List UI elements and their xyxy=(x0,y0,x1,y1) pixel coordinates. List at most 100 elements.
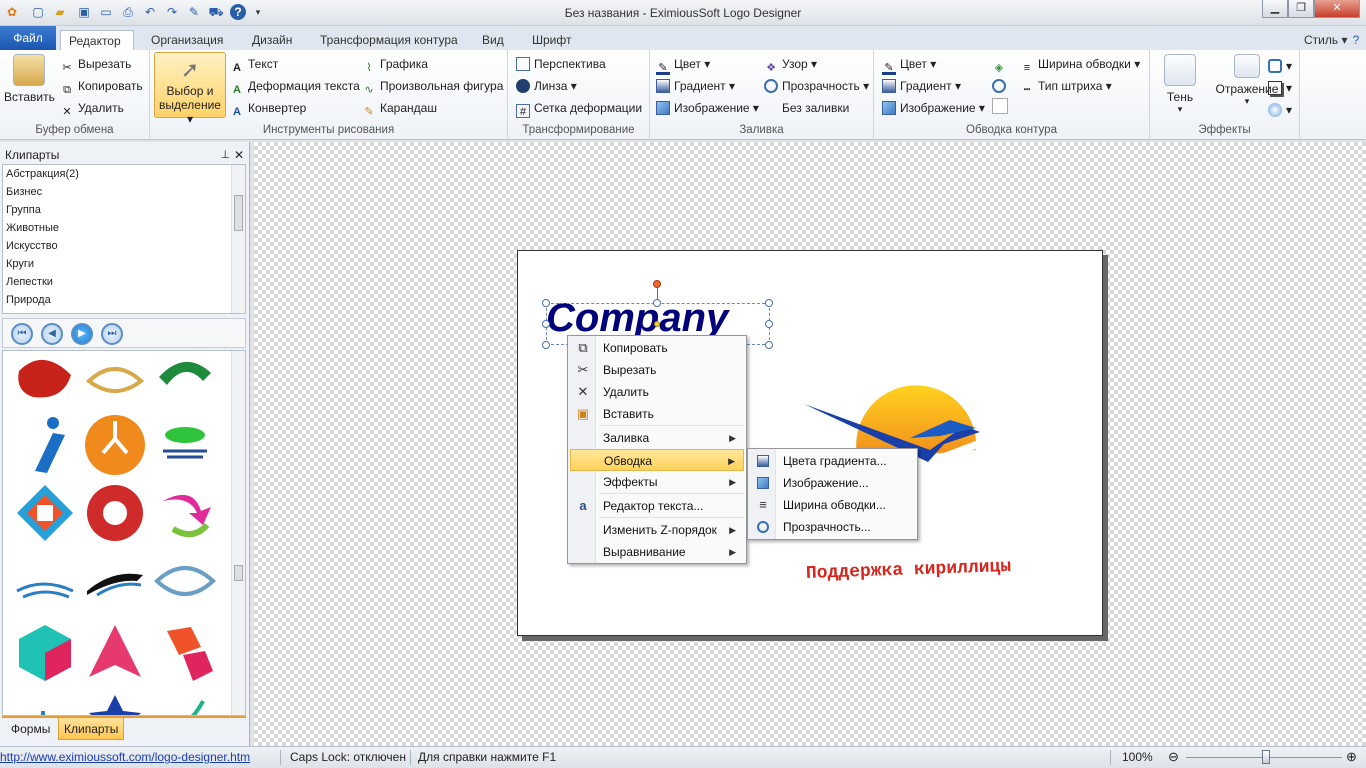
graphics-button[interactable]: ⌇ Графика xyxy=(362,54,428,74)
resize-handle[interactable] xyxy=(765,341,773,349)
menu-item-stroke[interactable]: Обводка ▶ xyxy=(570,449,744,471)
menu-item-text-editor[interactable]: a Редактор текста... xyxy=(570,495,744,517)
clipart-item[interactable] xyxy=(13,351,77,415)
clipart-item[interactable] xyxy=(83,621,147,685)
clipart-item[interactable] xyxy=(13,411,77,475)
stroke-transparency-button[interactable] xyxy=(992,76,1016,96)
menu-item-cut[interactable]: ✂ Вырезать xyxy=(570,359,744,381)
list-item[interactable]: Искусство xyxy=(3,237,245,255)
dash-type-button[interactable]: ┅ Тип штриха ▾ xyxy=(1020,76,1112,96)
fill-gradient-button[interactable]: Градиент ▾ xyxy=(656,76,735,96)
gallery-scrollbar[interactable] xyxy=(231,351,245,715)
menu-item-z-order[interactable]: Изменить Z-порядок ▶ xyxy=(570,519,744,541)
prev-icon[interactable]: ◀ xyxy=(41,323,63,345)
clipart-item[interactable] xyxy=(153,691,217,716)
outline-style-button[interactable]: ▾ xyxy=(1268,56,1292,76)
stroke-color-button[interactable]: ✎ Цвет ▾ xyxy=(882,54,936,75)
clipart-item[interactable] xyxy=(83,691,147,716)
play-icon[interactable]: ▶ xyxy=(71,323,93,345)
submenu-item-transparency[interactable]: Прозрачность... xyxy=(750,516,915,538)
category-list[interactable]: Абстракция(2) Бизнес Группа Животные Иск… xyxy=(2,164,246,314)
clipart-item[interactable] xyxy=(83,551,147,615)
clipart-item[interactable] xyxy=(153,351,217,415)
menu-item-delete[interactable]: ✕ Удалить xyxy=(570,381,744,403)
clipart-item[interactable] xyxy=(13,691,77,716)
minimize-button[interactable]: ▁ xyxy=(1262,0,1288,18)
submenu-item-image[interactable]: Изображение... xyxy=(750,472,915,494)
pencil-button[interactable]: ✎ Карандаш xyxy=(362,98,437,118)
center-handle[interactable] xyxy=(654,321,660,327)
fill-transparency-button[interactable]: Прозрачность ▾ xyxy=(764,76,869,96)
rotate-handle[interactable] xyxy=(653,280,661,288)
copy-button[interactable]: ⧉ Копировать xyxy=(60,76,143,96)
resize-handle[interactable] xyxy=(765,299,773,307)
clipart-item[interactable] xyxy=(153,481,217,545)
list-item[interactable]: Природа xyxy=(3,291,245,309)
cut-button[interactable]: ✂ Вырезать xyxy=(60,54,131,74)
list-item[interactable]: Лепестки xyxy=(3,273,245,291)
no-fill-button[interactable]: Без заливки xyxy=(764,98,849,118)
website-link[interactable]: http://www.eximioussoft.com/logo-designe… xyxy=(0,747,250,767)
clipart-item[interactable] xyxy=(153,551,217,615)
shadow-button[interactable]: Тень ▾ xyxy=(1158,54,1202,115)
resize-handle[interactable] xyxy=(542,320,550,328)
menu-item-effects[interactable]: Эффекты ▶ xyxy=(570,471,744,493)
resize-handle[interactable] xyxy=(653,299,661,307)
tab-shapes[interactable]: Формы xyxy=(6,718,55,740)
stroke-style-button[interactable]: ◈ xyxy=(992,54,1016,74)
clipart-item[interactable] xyxy=(13,551,77,615)
list-item[interactable]: Круги xyxy=(3,255,245,273)
pin-icon[interactable]: ⊥ xyxy=(220,146,230,164)
list-item[interactable]: Абстракция(2) xyxy=(3,165,245,183)
freeform-button[interactable]: ∿ Произвольная фигура xyxy=(362,76,503,96)
tab-cliparts[interactable]: Клипарты xyxy=(58,718,125,740)
text-tool-button[interactable]: A Текст xyxy=(230,54,278,74)
text-deform-button[interactable]: A Деформация текста xyxy=(230,76,360,96)
close-icon[interactable]: ✕ xyxy=(234,146,244,164)
style-menu[interactable]: Стиль ▾ xyxy=(1296,30,1355,50)
clipart-item[interactable] xyxy=(83,351,147,415)
submenu-item-gradient-colors[interactable]: Цвета градиента... xyxy=(750,450,915,472)
zoom-out-icon[interactable]: ⊖ xyxy=(1168,747,1179,767)
menu-item-paste[interactable]: ▣ Вставить xyxy=(570,403,744,425)
paste-button[interactable]: Вставить xyxy=(4,54,55,104)
fill-color-button[interactable]: ✎ Цвет ▾ xyxy=(656,54,710,75)
resize-handle[interactable] xyxy=(765,320,773,328)
tab-transform-path[interactable]: Трансформация контура xyxy=(312,30,466,50)
glow-style-button[interactable]: ▾ xyxy=(1268,100,1292,120)
tab-file[interactable]: Файл xyxy=(0,26,56,50)
tab-view[interactable]: Вид xyxy=(474,30,512,50)
fill-image-button[interactable]: Изображение ▾ xyxy=(656,98,759,118)
scroll-thumb[interactable] xyxy=(234,565,243,581)
resize-handle[interactable] xyxy=(542,341,550,349)
zoom-in-icon[interactable]: ⊕ xyxy=(1346,747,1357,767)
help-icon[interactable]: ? xyxy=(1348,32,1364,48)
list-item[interactable]: Бизнес xyxy=(3,183,245,201)
deform-grid-button[interactable]: # Сетка деформации xyxy=(516,98,642,118)
stroke-width-button[interactable]: ≡ Ширина обводки ▾ xyxy=(1020,54,1140,74)
clipart-item[interactable] xyxy=(83,411,147,475)
clipart-item[interactable] xyxy=(83,481,147,545)
menu-item-fill[interactable]: Заливка ▶ xyxy=(570,427,744,449)
stroke-none-button[interactable] xyxy=(992,98,1008,114)
stroke-image-button[interactable]: Изображение ▾ xyxy=(882,98,985,118)
list-item[interactable]: Животные xyxy=(3,219,245,237)
lens-button[interactable]: Линза ▾ xyxy=(516,76,577,96)
resize-handle[interactable] xyxy=(542,299,550,307)
zoom-slider-thumb[interactable] xyxy=(1262,750,1270,764)
last-icon[interactable]: ⏭ xyxy=(101,323,123,345)
close-button[interactable]: ✕ xyxy=(1314,0,1360,18)
menu-item-copy[interactable]: ⧉ Копировать xyxy=(570,337,744,359)
box-style-button[interactable]: ▾ xyxy=(1268,78,1292,98)
tab-font[interactable]: Шрифт xyxy=(524,30,579,50)
first-icon[interactable]: ⏮ xyxy=(11,323,33,345)
delete-button[interactable]: ✕ Удалить xyxy=(60,98,123,118)
submenu-item-stroke-width[interactable]: ≡ Ширина обводки... xyxy=(750,494,915,516)
pattern-button[interactable]: ❖ Узор ▾ xyxy=(764,54,817,74)
tab-editor[interactable]: Редактор xyxy=(60,30,134,50)
tab-design[interactable]: Дизайн xyxy=(244,30,300,50)
scroll-thumb[interactable] xyxy=(234,195,243,231)
clipart-item[interactable] xyxy=(13,481,77,545)
select-tool-button[interactable]: ➚ Выбор и выделение ▾ xyxy=(154,52,226,126)
list-item[interactable]: Группа xyxy=(3,201,245,219)
